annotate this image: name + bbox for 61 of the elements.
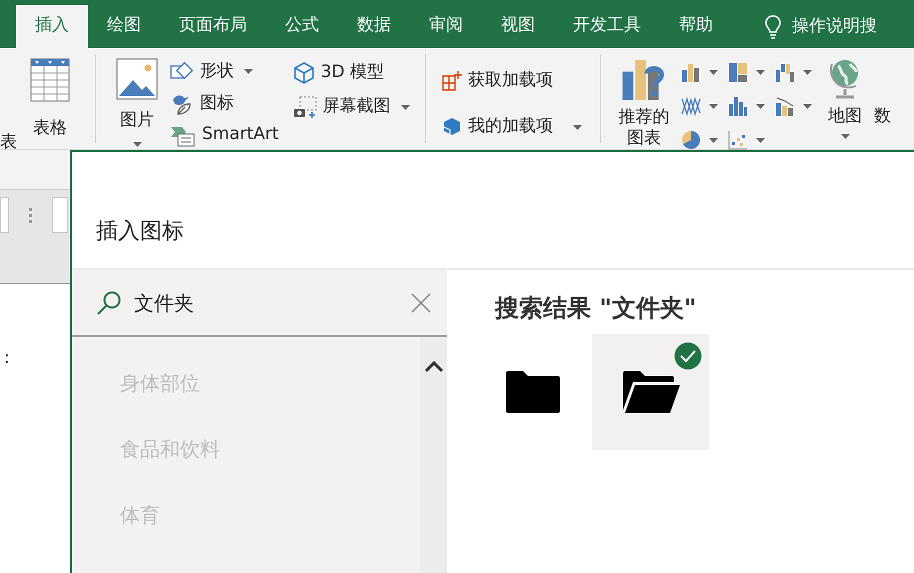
pie-chart-icon — [681, 130, 701, 150]
ribbon-button[interactable]: 屏幕截图 — [292, 92, 410, 122]
caret-icon — [803, 70, 812, 74]
ribbon-label: 数 — [874, 105, 891, 128]
ribbon-tab[interactable]: 插入 — [16, 5, 88, 48]
close-icon[interactable] — [411, 292, 431, 312]
ribbon-button[interactable]: 形状 — [170, 58, 279, 86]
caret-icon — [709, 70, 718, 74]
check-badge-icon — [674, 342, 702, 370]
icon-tile[interactable] — [592, 334, 709, 450]
ribbon-tab[interactable]: 数据 — [338, 5, 410, 48]
caret-icon — [756, 70, 765, 74]
ribbon-tab[interactable]: 视图 — [482, 5, 554, 48]
lightbulb-icon — [764, 14, 782, 40]
table-button[interactable]: 表格 — [30, 58, 70, 142]
dialog-title: 插入图标 — [96, 218, 184, 246]
tell-me-search[interactable]: 操作说明搜 — [792, 14, 877, 40]
screenshot-icon — [292, 95, 317, 119]
ribbon-button[interactable]: 3D 模型 — [292, 58, 410, 88]
ribbon-tab[interactable]: 帮助 — [660, 5, 732, 48]
treemap-icon — [728, 62, 748, 82]
pictures-button[interactable]: 图片 — [116, 58, 158, 149]
caret-icon — [803, 104, 812, 108]
combo-chart-icon — [775, 96, 795, 116]
ribbon-button[interactable]: 图标 — [170, 90, 279, 118]
search-field[interactable]: 文件夹 — [134, 288, 399, 318]
ribbon-label: 表 — [0, 131, 17, 154]
picture-icon — [116, 58, 158, 100]
ribbon-tab[interactable]: 公式 — [266, 5, 338, 48]
line-chart-icon — [681, 96, 701, 116]
cube-icon — [292, 61, 315, 85]
cell-text: : — [4, 347, 10, 370]
scatter-chart-icon — [728, 130, 748, 150]
scrollbar[interactable] — [420, 337, 447, 573]
results-heading: 搜索结果 "文件夹" — [495, 293, 698, 324]
recommended-charts-button[interactable]: 推荐的图表 — [615, 58, 673, 149]
chart-question-icon — [621, 58, 667, 101]
table-icon — [30, 58, 70, 102]
caret-icon — [709, 104, 718, 108]
search-icon — [96, 290, 122, 316]
chevron-up-icon[interactable] — [424, 361, 442, 373]
ribbon-tab[interactable]: 绘图 — [88, 5, 160, 48]
ribbon-button[interactable]: SmartArt — [170, 121, 279, 150]
caret-icon — [709, 138, 718, 142]
grip-icon — [29, 208, 32, 222]
grid-plus-icon — [442, 70, 462, 92]
ribbon-tab[interactable]: 页面布局 — [160, 5, 266, 48]
ribbon-tab[interactable]: 审阅 — [410, 5, 482, 48]
caret-icon — [756, 104, 765, 108]
column-chart-icon — [681, 62, 701, 82]
ribbon-tab[interactable]: 开发工具 — [554, 5, 660, 48]
maps-button[interactable]: 地图 — [828, 58, 862, 149]
folder-icon — [504, 370, 562, 414]
open-folder-icon — [622, 370, 680, 414]
ribbon-button[interactable]: 获取加载项 — [442, 66, 600, 96]
waterfall-chart-icon — [775, 62, 795, 82]
bar-chart-icon — [728, 96, 748, 116]
ribbon-button[interactable]: 我的加载项 — [442, 112, 600, 142]
caret-icon — [756, 138, 765, 142]
formula-field[interactable] — [52, 197, 68, 233]
blocks-icon — [442, 117, 462, 137]
